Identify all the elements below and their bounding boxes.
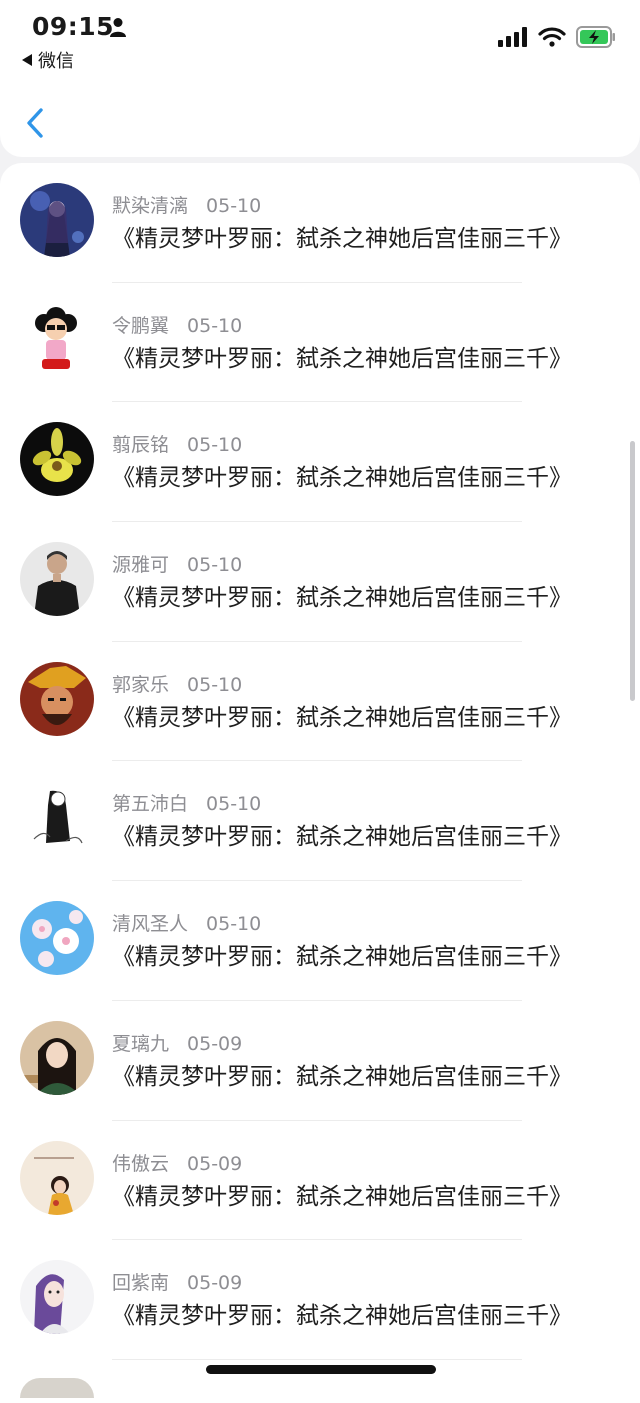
comment-meta: 回紫南 05-09 bbox=[112, 1268, 242, 1295]
list-item[interactable]: 伟傲云 05-09 《精灵梦叶罗丽：弑杀之神她后宫佳丽三千》 bbox=[0, 1121, 640, 1241]
user-name[interactable]: 郭家乐 bbox=[112, 674, 169, 696]
comment-text: 《精灵梦叶罗丽：弑杀之神她后宫佳丽三千》 bbox=[112, 824, 572, 851]
comment-date: 05-10 bbox=[187, 314, 243, 337]
game-hero-avatar[interactable] bbox=[20, 661, 94, 736]
comment-text: 《精灵梦叶罗丽：弑杀之神她后宫佳丽三千》 bbox=[112, 704, 572, 731]
signal-icon bbox=[498, 27, 527, 47]
home-indicator[interactable] bbox=[206, 1365, 436, 1374]
comment-meta: 夏璃九 05-09 bbox=[112, 1029, 242, 1056]
comment-meta: 翦辰铭 05-10 bbox=[112, 430, 242, 457]
comment-meta: 默染清漓 05-10 bbox=[112, 191, 261, 218]
comment-date: 05-10 bbox=[187, 434, 243, 457]
user-name[interactable]: 源雅可 bbox=[112, 554, 169, 576]
list-item[interactable]: 默染清漓 05-10 《精灵梦叶罗丽：弑杀之神她后宫佳丽三千》 bbox=[0, 163, 640, 283]
comment-meta: 令鹏翼 05-10 bbox=[112, 311, 242, 338]
list-item[interactable]: 翦辰铭 05-10 《精灵梦叶罗丽：弑杀之神她后宫佳丽三千》 bbox=[0, 402, 640, 523]
comment-date: 05-10 bbox=[206, 793, 262, 816]
cherry-blossom-avatar[interactable] bbox=[20, 901, 94, 976]
comment-text: 《精灵梦叶罗丽：弑杀之神她后宫佳丽三千》 bbox=[112, 465, 572, 492]
next-avatar-peek bbox=[20, 1378, 94, 1398]
comment-text: 《精灵梦叶罗丽：弑杀之神她后宫佳丽三千》 bbox=[112, 226, 572, 252]
comment-meta: 郭家乐 05-10 bbox=[112, 670, 242, 697]
user-name[interactable]: 第五沛白 bbox=[112, 793, 188, 815]
user-name[interactable]: 翦辰铭 bbox=[112, 434, 169, 456]
top-bar: 09:15 微信 bbox=[0, 0, 640, 157]
comment-meta: 清风圣人 05-10 bbox=[112, 909, 261, 936]
cartoon-character-avatar[interactable] bbox=[20, 302, 94, 377]
man-portrait-avatar[interactable] bbox=[20, 542, 94, 617]
comment-text: 《精灵梦叶罗丽：弑杀之神她后宫佳丽三千》 bbox=[112, 585, 572, 612]
list-item[interactable]: 郭家乐 05-10 《精灵梦叶罗丽：弑杀之神她后宫佳丽三千》 bbox=[0, 642, 640, 762]
sketch-figure-avatar[interactable] bbox=[20, 781, 94, 856]
person-icon bbox=[110, 18, 126, 37]
comment-date: 05-10 bbox=[187, 673, 243, 696]
girl-photo-avatar[interactable] bbox=[20, 1020, 94, 1095]
back-triangle-icon bbox=[22, 54, 32, 66]
yellow-flower-avatar[interactable] bbox=[20, 422, 94, 497]
comment-meta: 第五沛白 05-10 bbox=[112, 789, 261, 816]
comment-text: 《精灵梦叶罗丽：弑杀之神她后宫佳丽三千》 bbox=[112, 944, 572, 971]
list-item[interactable]: 源雅可 05-10 《精灵梦叶罗丽：弑杀之神她后宫佳丽三千》 bbox=[0, 522, 640, 642]
comment-text: 《精灵梦叶罗丽：弑杀之神她后宫佳丽三千》 bbox=[112, 1303, 572, 1330]
purple-hair-girl-avatar[interactable] bbox=[20, 1260, 94, 1335]
status-icons bbox=[498, 26, 616, 48]
user-name[interactable]: 夏璃九 bbox=[112, 1033, 169, 1055]
comment-meta: 源雅可 05-10 bbox=[112, 550, 242, 577]
user-name[interactable]: 回紫南 bbox=[112, 1272, 169, 1294]
back-app-label: 微信 bbox=[38, 51, 74, 72]
list-item[interactable]: 回紫南 05-09 《精灵梦叶罗丽：弑杀之神她后宫佳丽三千》 bbox=[0, 1240, 640, 1360]
comment-date: 05-09 bbox=[187, 1272, 243, 1295]
comment-date: 05-10 bbox=[187, 554, 243, 577]
user-name[interactable]: 伟傲云 bbox=[112, 1153, 169, 1175]
comment-meta: 伟傲云 05-09 bbox=[112, 1149, 242, 1176]
scrollbar[interactable] bbox=[630, 441, 635, 701]
comment-text: 《精灵梦叶罗丽：弑杀之神她后宫佳丽三千》 bbox=[112, 1063, 572, 1090]
comment-text: 《精灵梦叶罗丽：弑杀之神她后宫佳丽三千》 bbox=[112, 1183, 572, 1210]
illustrated-girl-avatar[interactable] bbox=[20, 1140, 94, 1215]
wifi-icon bbox=[538, 27, 566, 47]
comment-date: 05-09 bbox=[187, 1152, 243, 1175]
comment-date: 05-10 bbox=[206, 913, 262, 936]
comment-text: 《精灵梦叶罗丽：弑杀之神她后宫佳丽三千》 bbox=[112, 345, 572, 372]
user-name[interactable]: 清风圣人 bbox=[112, 913, 188, 935]
list-item[interactable]: 清风圣人 05-10 《精灵梦叶罗丽：弑杀之神她后宫佳丽三千》 bbox=[0, 881, 640, 1001]
list-item[interactable]: 夏璃九 05-09 《精灵梦叶罗丽：弑杀之神她后宫佳丽三千》 bbox=[0, 1001, 640, 1121]
chevron-left-icon[interactable] bbox=[22, 104, 48, 142]
list-item[interactable]: 令鹏翼 05-10 《精灵梦叶罗丽：弑杀之神她后宫佳丽三千》 bbox=[0, 283, 640, 403]
list-item[interactable]: 第五沛白 05-10 《精灵梦叶罗丽：弑杀之神她后宫佳丽三千》 bbox=[0, 761, 640, 882]
anime-girl-avatar[interactable] bbox=[20, 183, 94, 257]
divider bbox=[112, 1358, 522, 1360]
battery-charging-icon bbox=[576, 26, 615, 48]
comment-date: 05-09 bbox=[187, 1032, 243, 1055]
comment-date: 05-10 bbox=[206, 195, 262, 217]
comment-list: 默染清漓 05-10 《精灵梦叶罗丽：弑杀之神她后宫佳丽三千》 令鹏翼 05-10 … bbox=[0, 163, 640, 1403]
back-to-app-link[interactable]: 微信 bbox=[22, 47, 74, 73]
user-name[interactable]: 默染清漓 bbox=[112, 195, 188, 217]
status-time: 09:15 bbox=[32, 12, 115, 41]
user-name[interactable]: 令鹏翼 bbox=[112, 315, 169, 337]
